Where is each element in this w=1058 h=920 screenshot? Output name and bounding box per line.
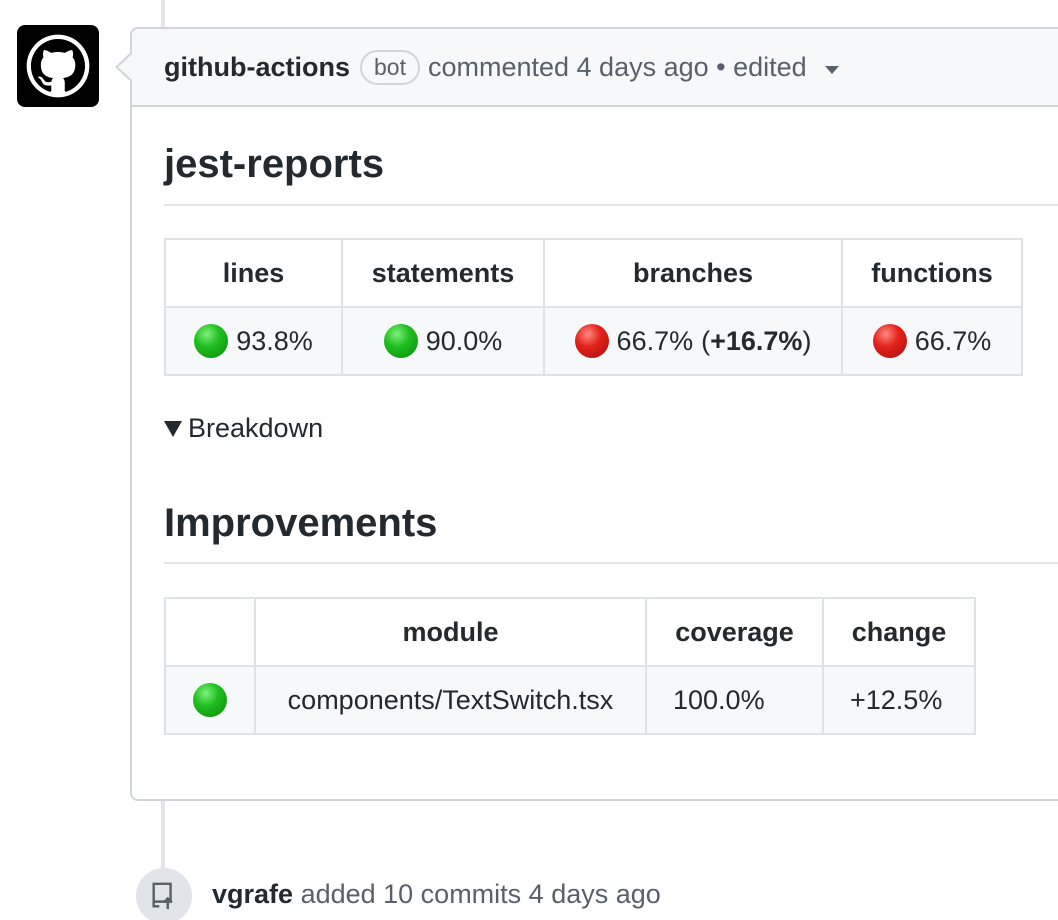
cell-statements: 90.0% xyxy=(341,306,545,376)
cell-status xyxy=(164,665,256,735)
repo-push-glyph xyxy=(152,882,173,910)
col-change: change xyxy=(822,597,976,667)
branches-value: 66.7% xyxy=(616,325,694,356)
cell-branches: 66.7% (+16.7%) xyxy=(543,306,843,376)
repo-push-icon xyxy=(136,868,192,920)
col-coverage: coverage xyxy=(645,597,824,667)
timeline-line-top xyxy=(161,0,165,28)
cell-coverage: 100.0% xyxy=(645,665,824,735)
table-row: components/TextSwitch.tsx 100.0% +12.5% xyxy=(164,665,976,735)
timeline-event: vgrafe added 10 commits 4 days ago xyxy=(212,879,661,910)
bot-badge: bot xyxy=(359,49,420,85)
disclosure-triangle-icon xyxy=(164,420,182,437)
lines-value: 93.8% xyxy=(236,325,313,356)
col-statements: statements xyxy=(341,238,545,308)
improvements-heading: Improvements xyxy=(164,501,438,545)
green-circle-icon xyxy=(383,324,418,358)
event-description: added 10 commits 4 days ago xyxy=(300,879,661,909)
branches-delta-value: +16.7% xyxy=(710,325,803,356)
branches-delta: (+16.7%) xyxy=(701,325,812,356)
heading-divider xyxy=(164,562,1058,564)
cell-change: +12.5% xyxy=(822,665,976,735)
comment-meta[interactable]: commented 4 days ago • edited xyxy=(428,52,807,83)
heading-divider xyxy=(164,204,1058,206)
edit-history-dropdown-icon[interactable] xyxy=(824,66,839,74)
github-octocat-icon xyxy=(26,34,90,98)
breakdown-label: Breakdown xyxy=(188,413,324,443)
functions-value: 66.7% xyxy=(914,325,992,356)
red-circle-icon xyxy=(574,324,609,358)
timeline-line-bottom xyxy=(161,800,165,868)
table-row: 93.8% 90.0% 66.7% (+16.7%) 66.7% xyxy=(164,306,1023,376)
cell-functions: 66.7% xyxy=(841,306,1023,376)
col-branches: branches xyxy=(543,238,843,308)
col-status xyxy=(164,597,256,667)
coverage-summary-table: lines statements branches functions 93.8… xyxy=(164,238,1023,376)
cell-module: components/TextSwitch.tsx xyxy=(254,665,647,735)
green-circle-icon xyxy=(194,324,229,358)
cell-lines: 93.8% xyxy=(164,306,343,376)
comment-caret-inner xyxy=(118,54,132,80)
comment-header: github-actions bot commented 4 days ago … xyxy=(132,29,1058,107)
col-module: module xyxy=(254,597,647,667)
col-lines: lines xyxy=(164,238,343,308)
event-user[interactable]: vgrafe xyxy=(212,879,293,909)
avatar[interactable] xyxy=(17,25,99,107)
improvements-table: module coverage change components/TextSw… xyxy=(164,597,976,735)
green-circle-icon xyxy=(193,683,227,717)
col-functions: functions xyxy=(841,238,1023,308)
breakdown-toggle[interactable]: Breakdown xyxy=(164,413,323,444)
red-circle-icon xyxy=(872,324,907,358)
jest-reports-heading: jest-reports xyxy=(164,142,385,186)
comment-author[interactable]: github-actions xyxy=(164,52,350,83)
statements-value: 90.0% xyxy=(425,325,503,356)
